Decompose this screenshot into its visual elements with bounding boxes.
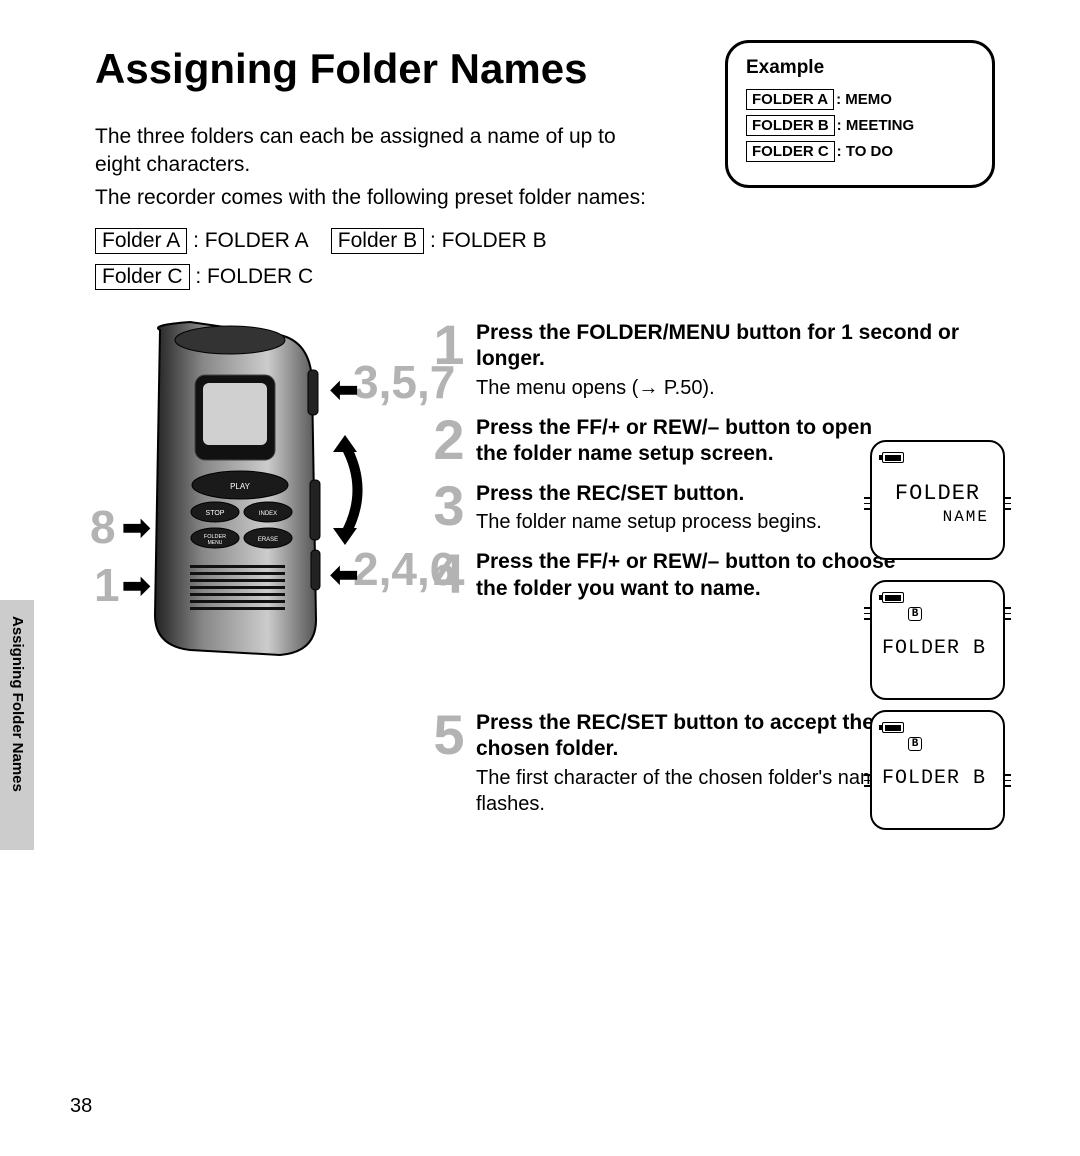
callout-1: 1 xyxy=(94,558,120,612)
preset-c-tag: Folder C xyxy=(95,264,190,290)
step-title: Press the REC/SET button. xyxy=(476,481,896,507)
preset-row: Folder A : FOLDER A Folder B : FOLDER B xyxy=(95,228,1020,254)
svg-text:STOP: STOP xyxy=(206,510,225,517)
arrow-left-icon: ➡ xyxy=(330,370,359,410)
lcd-screen-2: B FOLDER B xyxy=(870,580,1005,700)
step-number: 3 xyxy=(430,481,468,535)
step-title: Press the FF/+ or REW/– button to open t… xyxy=(476,415,896,468)
device-illustration: PLAY STOP INDEX FOLDER MENU ERASE 8 1 3, xyxy=(60,320,430,680)
preset-b-val: : FOLDER B xyxy=(430,229,547,252)
example-row: FOLDER C : TO DO xyxy=(746,141,974,162)
preset-b-tag: Folder B xyxy=(331,228,424,254)
battery-icon xyxy=(882,722,904,733)
curved-double-arrow-icon xyxy=(315,430,375,550)
step-desc: The menu opens (→ P.50). xyxy=(476,375,1020,401)
preset-a-val: : FOLDER A xyxy=(193,229,307,252)
side-tab: Assigning Folder Names xyxy=(0,600,34,850)
step-title: Press the FOLDER/MENU button for 1 secon… xyxy=(476,320,1020,373)
lcd-screen-3: B FOLDER B xyxy=(870,710,1005,830)
arrow-left-icon: ➡ xyxy=(330,555,359,595)
arrow-right-icon: ➡ xyxy=(122,508,151,548)
battery-icon xyxy=(882,452,904,463)
example-folder-val: : TO DO xyxy=(837,143,893,160)
play-label: PLAY xyxy=(230,482,251,491)
example-folder-tag: FOLDER B xyxy=(746,115,835,136)
example-folder-tag: FOLDER C xyxy=(746,141,835,162)
lcd-text: FOLDER B xyxy=(878,767,997,790)
step-number: 5 xyxy=(430,710,468,817)
step-number: 1 xyxy=(430,320,468,401)
step-number: 2 xyxy=(430,415,468,468)
folder-letter-icon: B xyxy=(908,607,922,621)
example-folder-tag: FOLDER A xyxy=(746,89,834,110)
example-row: FOLDER A : MEMO xyxy=(746,89,974,110)
page-number: 38 xyxy=(70,1095,92,1118)
step-desc: The first character of the chosen folder… xyxy=(476,765,896,817)
step-number: 4 xyxy=(430,549,468,602)
lcd-text: FOLDER xyxy=(878,481,997,506)
example-row: FOLDER B : MEETING xyxy=(746,115,974,136)
preset-c-val: : FOLDER C xyxy=(195,265,313,288)
folder-letter-icon: B xyxy=(908,737,922,751)
arrow-right-icon: ➡ xyxy=(122,566,151,606)
lcd-text: FOLDER B xyxy=(878,637,997,660)
intro-p2: The recorder comes with the following pr… xyxy=(95,184,655,212)
svg-text:MENU: MENU xyxy=(208,540,223,546)
step-title: Press the FF/+ or REW/– button to choose… xyxy=(476,549,896,602)
example-title: Example xyxy=(746,57,974,79)
lcd-screen-1: FOLDER NAME xyxy=(870,440,1005,560)
example-folder-val: : MEMO xyxy=(836,91,892,108)
example-box: Example FOLDER A : MEMO FOLDER B : MEETI… xyxy=(725,40,995,188)
svg-text:INDEX: INDEX xyxy=(259,511,277,517)
recorder-device-icon: PLAY STOP INDEX FOLDER MENU ERASE xyxy=(100,320,330,660)
step-1: 1 Press the FOLDER/MENU button for 1 sec… xyxy=(430,320,1020,401)
preset-a-tag: Folder A xyxy=(95,228,187,254)
intro-text: The three folders can each be assigned a… xyxy=(95,123,655,212)
battery-icon xyxy=(882,592,904,603)
step-desc: The folder name setup process begins. xyxy=(476,509,896,535)
lcd-text: NAME xyxy=(878,508,989,526)
preset-row2: Folder C : FOLDER C xyxy=(95,264,1020,290)
callout-8: 8 xyxy=(90,500,116,554)
example-folder-val: : MEETING xyxy=(837,117,915,134)
step-title: Press the REC/SET button to accept the c… xyxy=(476,710,896,763)
svg-text:ERASE: ERASE xyxy=(258,537,278,543)
intro-p1: The three folders can each be assigned a… xyxy=(95,123,655,180)
